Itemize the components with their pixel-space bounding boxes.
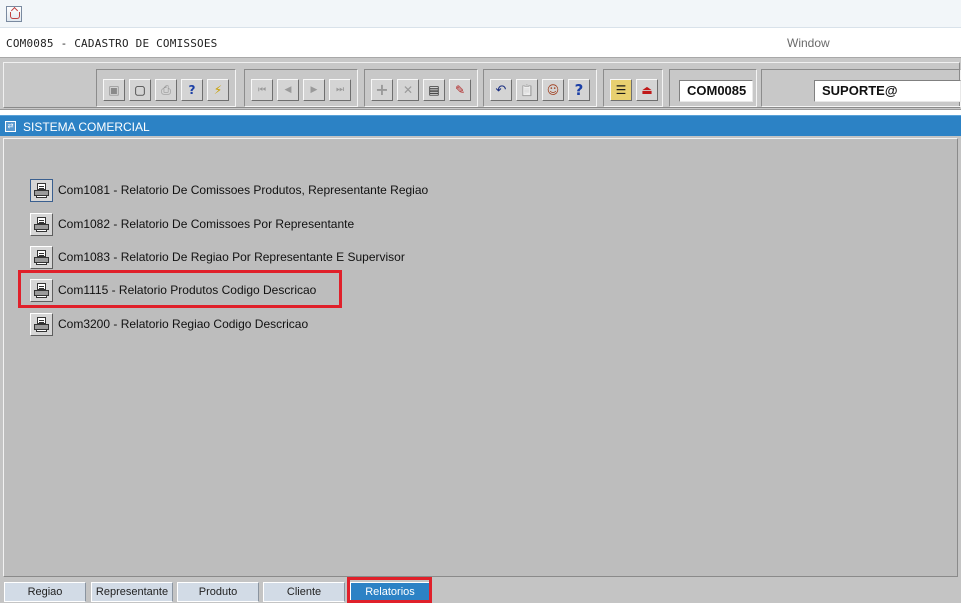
tab-bar: Regiao Representante Produto Cliente Rel… (0, 579, 961, 603)
users-icon[interactable]: ☺ (542, 79, 564, 101)
print-report-button[interactable] (30, 212, 53, 236)
report-item-com1083: Com1083 - Relatorio De Regiao Por Repres… (30, 245, 405, 269)
print-report-button[interactable] (30, 178, 53, 202)
toolbar-group-tools: ↶ 📋 ☺ ? (483, 69, 597, 107)
user-field: SUPORTE@ (814, 80, 961, 102)
tab-produto[interactable]: Produto (177, 582, 259, 602)
next-record-icon[interactable]: ▶ (303, 79, 325, 101)
section-title: SISTEMA COMERCIAL (23, 120, 150, 134)
toolbar-group-navigation: ⏮ ◀ ▶ ⏭ (244, 69, 358, 107)
report-item-com1082: Com1082 - Relatorio De Comissoes Por Rep… (30, 212, 354, 236)
delete-record-icon[interactable]: ✕ (397, 79, 419, 101)
last-record-icon[interactable]: ⏭ (329, 79, 351, 101)
report-item-com1081: Com1081 - Relatorio De Comissoes Produto… (30, 178, 428, 202)
print-report-button[interactable] (30, 312, 53, 336)
query-help-icon[interactable]: ? (181, 79, 203, 101)
lov-icon[interactable]: ▤ (423, 79, 445, 101)
highlight-box (18, 270, 342, 308)
tab-highlight-box (347, 577, 432, 603)
tab-representante[interactable]: Representante (91, 582, 173, 602)
java-app-icon[interactable] (6, 6, 22, 22)
insert-record-icon[interactable]: + (371, 79, 393, 101)
report-label: Com1081 - Relatorio De Comissoes Produto… (58, 183, 429, 197)
undo-icon[interactable]: ↶ (490, 79, 512, 101)
content-area (0, 136, 961, 579)
monitor-icon[interactable]: ▢ (129, 79, 151, 101)
printer-icon (34, 182, 49, 198)
title-row: COM0085 - CADASTRO DE COMISSOES Window (0, 28, 961, 56)
collapse-icon[interactable]: ⇄ (5, 121, 16, 132)
first-record-icon[interactable]: ⏮ (251, 79, 273, 101)
toolbar-group-menu: ☰ ⏏ (603, 69, 663, 107)
toolbar-group-record: ▣ ▢ ⎙ ? ⚡ (96, 69, 236, 107)
report-label: Com1082 - Relatorio De Comissoes Por Rep… (58, 217, 355, 231)
app-icon-bar (0, 0, 961, 28)
print-icon[interactable]: ⎙ (155, 79, 177, 101)
help-icon[interactable]: ? (568, 79, 590, 101)
toolbar: ▣ ▢ ⎙ ? ⚡ ⏮ ◀ ▶ ⏭ + ✕ ▤ ✎ ↶ 📋 ☺ ? ☰ ⏏ CO… (0, 57, 961, 110)
tab-regiao[interactable]: Regiao (4, 582, 86, 602)
report-label: Com1083 - Relatorio De Regiao Por Repres… (58, 250, 405, 264)
print-report-button[interactable] (30, 245, 53, 269)
form-code-field: COM0085 (679, 80, 753, 102)
window-title: COM0085 - CADASTRO DE COMISSOES (6, 37, 218, 50)
printer-icon (34, 249, 49, 265)
report-label: Com3200 - Relatorio Regiao Codigo Descri… (58, 317, 309, 331)
reports-panel (3, 138, 958, 577)
printer-icon (34, 216, 49, 232)
menu-icon[interactable]: ☰ (610, 79, 632, 101)
previous-record-icon[interactable]: ◀ (277, 79, 299, 101)
toolbar-panel: ▣ ▢ ⎙ ? ⚡ ⏮ ◀ ▶ ⏭ + ✕ ▤ ✎ ↶ 📋 ☺ ? ☰ ⏏ CO… (3, 62, 961, 108)
report-item-com3200: Com3200 - Relatorio Regiao Codigo Descri… (30, 312, 308, 336)
window-menu[interactable]: Window (787, 36, 830, 50)
exit-icon[interactable]: ⏏ (636, 79, 658, 101)
section-header: ⇄ SISTEMA COMERCIAL (0, 115, 961, 136)
tab-cliente[interactable]: Cliente (263, 582, 345, 602)
toolbar-group-edit: + ✕ ▤ ✎ (364, 69, 478, 107)
clipboard-icon[interactable]: 📋 (516, 79, 538, 101)
edit-icon[interactable]: ✎ (449, 79, 471, 101)
printer-icon (34, 316, 49, 332)
save-icon[interactable]: ▣ (103, 79, 125, 101)
execute-query-icon[interactable]: ⚡ (207, 79, 229, 101)
